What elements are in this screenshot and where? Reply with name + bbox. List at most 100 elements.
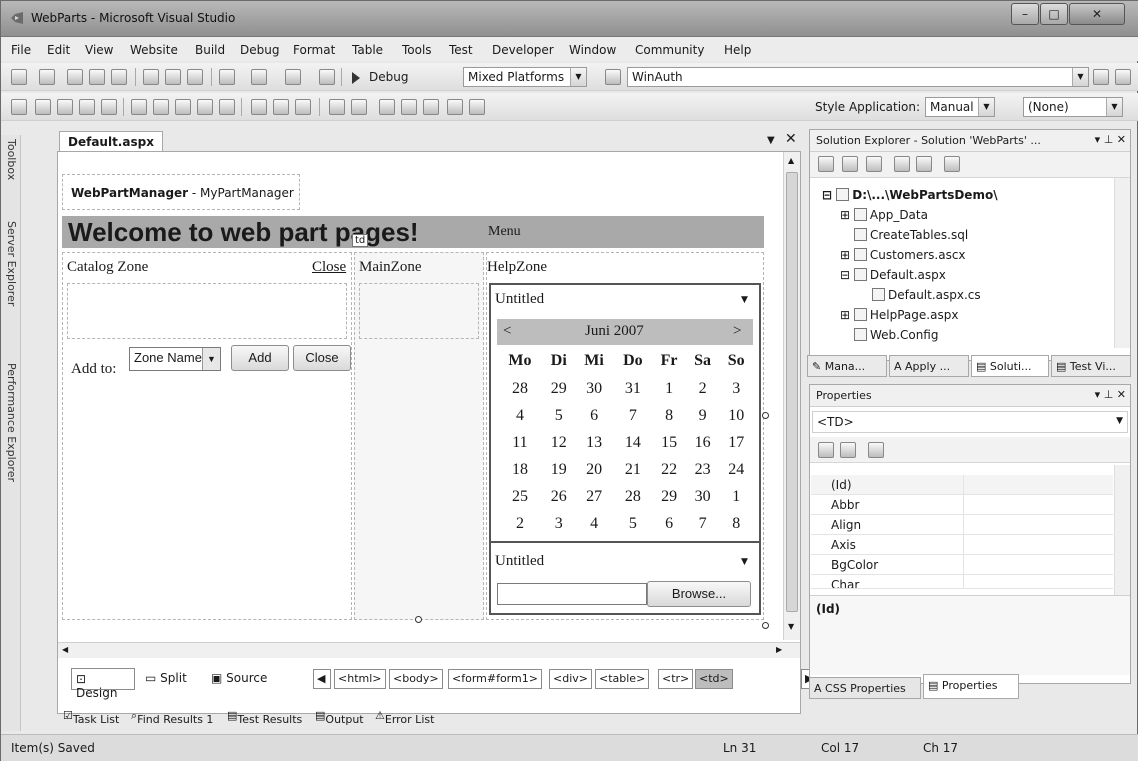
calendar-day[interactable]: 14 (613, 429, 652, 456)
horizontal-scrollbar[interactable]: ◀ ▶ (58, 642, 800, 658)
find-in-files-icon[interactable] (605, 69, 621, 85)
tree-item-createtables[interactable]: CreateTables.sql (854, 228, 968, 242)
browse-button[interactable]: Browse... (647, 581, 751, 607)
catalog-zone-cell[interactable]: Catalog Zone Close Add to: Zone Name ▼ A… (62, 252, 352, 620)
tag-nav-left-icon[interactable]: ◀ (313, 669, 331, 689)
tree-item-app-data[interactable]: ⊞ App_Data (840, 208, 928, 222)
calendar-day[interactable]: 30 (575, 375, 614, 402)
resize-handle[interactable] (762, 622, 769, 629)
redo-icon[interactable] (251, 69, 267, 85)
error-list-tab[interactable]: ⚠ Error List (375, 709, 434, 726)
part-verbs-icon[interactable]: ▼ (741, 295, 748, 305)
menu-tools[interactable]: Tools (402, 43, 432, 57)
start-debugging-icon[interactable] (351, 72, 361, 84)
toolbar-icon-10[interactable] (219, 99, 235, 115)
tree-item-default-aspx[interactable]: ⊟ Default.aspx (840, 268, 946, 282)
view-code-icon[interactable] (894, 156, 910, 172)
calendar-day[interactable]: 2 (497, 510, 543, 537)
calendar-day[interactable]: 4 (497, 402, 543, 429)
toolbar-icon-6[interactable] (131, 99, 147, 115)
property-row[interactable]: Align (811, 515, 1113, 535)
apply-styles-tab[interactable]: A Apply ... (889, 355, 969, 377)
calendar-prev-link[interactable]: < (503, 323, 511, 340)
calendar-day[interactable]: 28 (497, 375, 543, 402)
catalog-close-link[interactable]: Close (312, 259, 346, 276)
css-properties-tab[interactable]: A CSS Properties (809, 677, 921, 699)
menu-community[interactable]: Community (635, 43, 704, 57)
calendar-day[interactable]: 15 (652, 429, 686, 456)
toolbar-icon-14[interactable] (329, 99, 345, 115)
toolbar-icon-12[interactable] (273, 99, 289, 115)
calendar-day[interactable]: 30 (686, 483, 720, 510)
find-results-tab[interactable]: ⌕ Find Results 1 (131, 709, 213, 726)
add-button[interactable]: Add (231, 345, 289, 371)
calendar-day[interactable]: 27 (575, 483, 614, 510)
calendar-day[interactable]: 8 (719, 510, 753, 537)
menu-edit[interactable]: Edit (47, 43, 70, 57)
menu-format[interactable]: Format (293, 43, 335, 57)
toolbar-icon-17[interactable] (447, 99, 463, 115)
decrease-indent-icon[interactable] (401, 99, 417, 115)
close-window-button[interactable]: ✕ (1069, 3, 1125, 25)
menu-test[interactable]: Test (449, 43, 473, 57)
active-files-dropdown-icon[interactable]: ▼ (767, 135, 775, 146)
test-view-tab[interactable]: ▤ Test Vi... (1051, 355, 1131, 377)
calendar-day[interactable]: 18 (497, 456, 543, 483)
properties-header[interactable]: Properties ▾ ⊥ ✕ (810, 385, 1130, 407)
calendar-next-link[interactable]: > (733, 323, 741, 340)
solution-explorer-icon[interactable] (1093, 69, 1109, 85)
calendar-day[interactable]: 6 (575, 402, 614, 429)
menu-view[interactable]: View (85, 43, 113, 57)
style-application-dropdown[interactable]: Manual ▼ (925, 97, 995, 117)
properties-scrollbar[interactable] (1114, 465, 1130, 595)
paste-icon[interactable] (187, 69, 203, 85)
undo-icon[interactable] (219, 69, 235, 85)
calendar-day[interactable]: 13 (575, 429, 614, 456)
source-view-tab[interactable]: ▣ Source (211, 671, 267, 685)
scroll-down-icon[interactable]: ▼ (788, 622, 794, 631)
output-tab[interactable]: ▤ Output (315, 709, 364, 726)
menu-build[interactable]: Build (195, 43, 225, 57)
tree-root-project[interactable]: ⊟ D:\...\WebPartsDemo\ (822, 188, 998, 202)
calendar-day[interactable]: 20 (575, 456, 614, 483)
menu-help[interactable]: Help (724, 43, 751, 57)
tag-td[interactable]: <td> (695, 669, 733, 689)
close-panel-icon[interactable]: ▾ ⊥ ✕ (1095, 388, 1126, 401)
design-surface[interactable]: WebPartManager - MyPartManager Welcome t… (57, 151, 801, 714)
property-row[interactable]: Char (811, 575, 1113, 589)
server-manager-tab[interactable]: ✎ Mana... (807, 355, 887, 377)
calendar-day[interactable]: 7 (686, 510, 720, 537)
calendar-day[interactable]: 7 (613, 402, 652, 429)
toolbar-icon-3[interactable] (57, 99, 73, 115)
tree-item-customers-ascx[interactable]: ⊞ Customers.ascx (840, 248, 966, 262)
new-project-icon[interactable] (11, 69, 27, 85)
refresh-icon[interactable] (842, 156, 858, 172)
calendar-day[interactable]: 19 (543, 456, 575, 483)
find-combo[interactable]: WinAuth ▼ (627, 67, 1089, 87)
calendar-day[interactable]: 1 (652, 375, 686, 402)
webpartmanager-control[interactable]: WebPartManager - MyPartManager (62, 174, 300, 210)
increase-indent-icon[interactable] (423, 99, 439, 115)
close-document-icon[interactable]: ✕ (785, 131, 797, 147)
toolbar-icon-2[interactable] (35, 99, 51, 115)
calendar-day[interactable]: 5 (613, 510, 652, 537)
calendar-day[interactable]: 10 (719, 402, 753, 429)
maximize-button[interactable]: □ (1040, 3, 1068, 25)
cut-icon[interactable] (143, 69, 159, 85)
solution-explorer-scrollbar[interactable] (1114, 178, 1130, 348)
add-item-icon[interactable] (39, 69, 55, 85)
calendar-day[interactable]: 25 (497, 483, 543, 510)
scroll-up-icon[interactable]: ▲ (788, 156, 794, 165)
target-rule-dropdown[interactable]: (None) ▼ (1023, 97, 1123, 117)
server-explorer-tab[interactable]: Server Explorer (5, 221, 18, 306)
toolbar-icon-16[interactable] (379, 99, 395, 115)
toolbar-icon-9[interactable] (197, 99, 213, 115)
toolbar-icon-8[interactable] (175, 99, 191, 115)
show-all-files-icon[interactable] (866, 156, 882, 172)
copy-icon[interactable] (165, 69, 181, 85)
calendar-day[interactable]: 24 (719, 456, 753, 483)
resize-handle[interactable] (762, 412, 769, 419)
calendar-day[interactable]: 29 (652, 483, 686, 510)
calendar-day[interactable]: 5 (543, 402, 575, 429)
task-list-tab[interactable]: ☑ Task List (63, 709, 119, 726)
